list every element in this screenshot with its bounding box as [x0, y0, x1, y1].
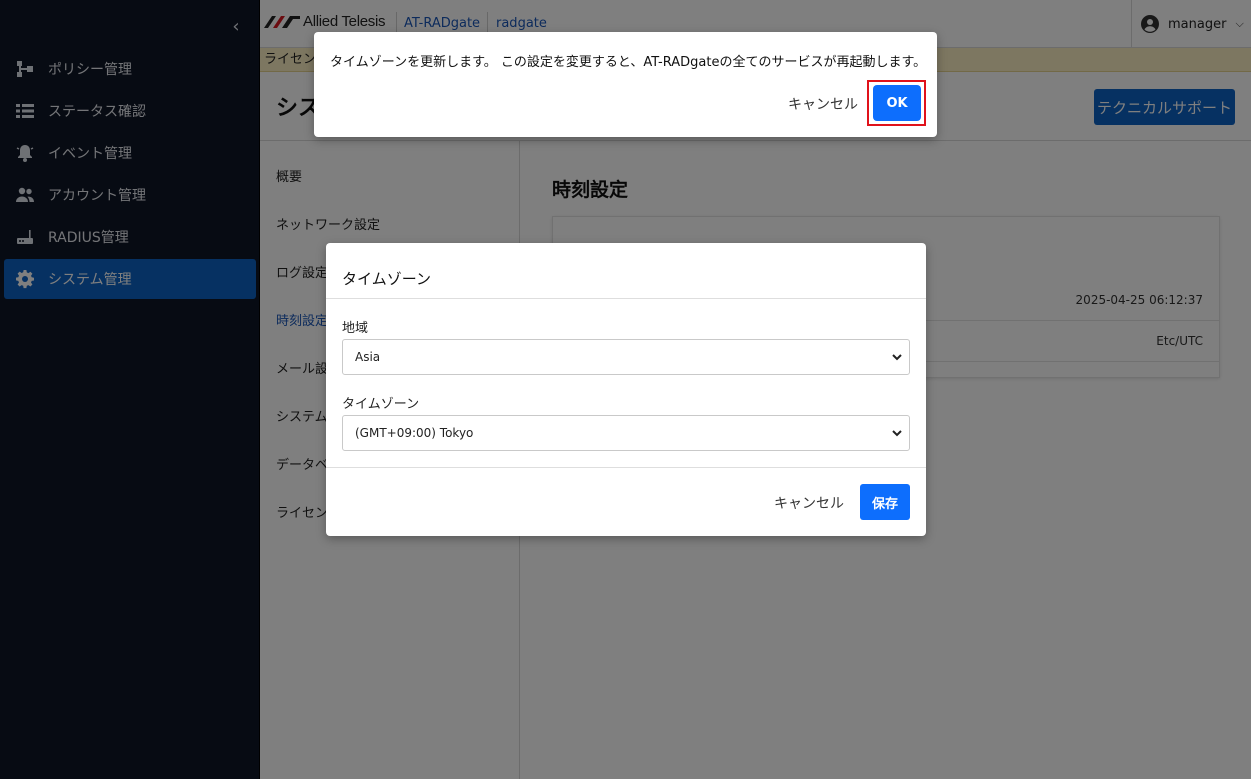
- chevron-down-icon: [892, 430, 902, 437]
- modal-title: タイムゾーン: [342, 270, 431, 288]
- chevron-down-icon: [892, 354, 902, 361]
- confirm-dialog: タイムゾーンを更新します。 この設定を変更すると、AT-RADgateの全てのサ…: [314, 32, 937, 137]
- region-select-value: Asia: [355, 350, 381, 364]
- confirm-cancel-button[interactable]: キャンセル: [788, 94, 858, 114]
- timezone-modal: タイムゾーン 地域 Asia タイムゾーン (GMT+09:00) Tokyo …: [326, 243, 926, 536]
- modal-header: タイムゾーン: [326, 243, 926, 299]
- region-label: 地域: [342, 321, 369, 336]
- ok-button[interactable]: OK: [873, 85, 921, 121]
- timezone-label: タイムゾーン: [342, 397, 420, 412]
- timezone-select-value: (GMT+09:00) Tokyo: [355, 426, 474, 440]
- timezone-select[interactable]: (GMT+09:00) Tokyo: [342, 415, 910, 451]
- modal-cancel-button[interactable]: キャンセル: [774, 493, 844, 513]
- divider: [326, 467, 926, 468]
- confirm-message: タイムゾーンを更新します。 この設定を変更すると、AT-RADgateの全てのサ…: [330, 55, 927, 70]
- save-button[interactable]: 保存: [860, 484, 910, 520]
- region-select[interactable]: Asia: [342, 339, 910, 375]
